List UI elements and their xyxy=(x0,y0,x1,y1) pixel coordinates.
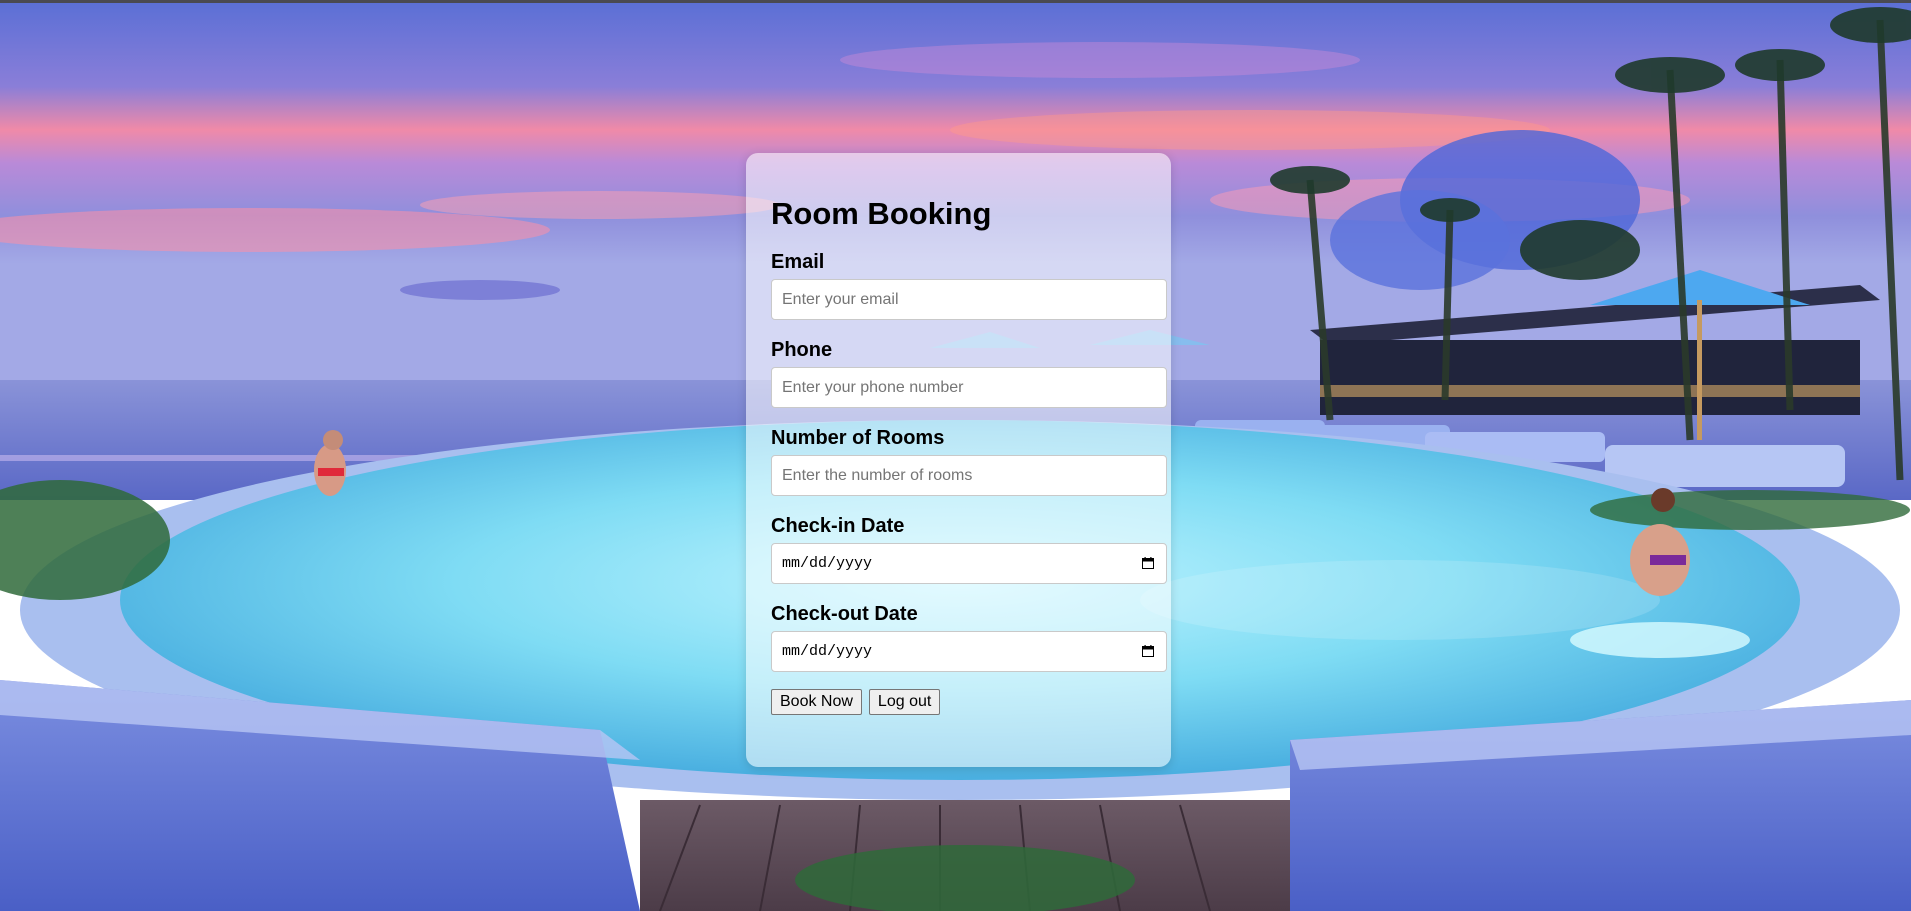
calendar-icon[interactable] xyxy=(1142,645,1154,657)
rooms-label: Number of Rooms xyxy=(771,427,945,449)
rooms-field[interactable]: Enter the number of rooms xyxy=(771,455,1167,496)
checkout-date-value: mm/dd/yyyy xyxy=(782,643,873,660)
phone-label: Phone xyxy=(771,339,833,361)
calendar-icon[interactable] xyxy=(1142,557,1154,569)
phone-field[interactable]: Enter your phone number xyxy=(771,367,1167,408)
booking-form-card: Room Booking Email Enter your email Phon… xyxy=(746,153,1171,767)
email-label: Email xyxy=(771,251,825,273)
window-top-border xyxy=(0,0,1911,3)
checkin-label: Check-in Date xyxy=(771,515,905,537)
form-actions: Book Now Log out xyxy=(771,689,1167,715)
book-now-button[interactable]: Book Now xyxy=(771,689,862,715)
checkout-date-field[interactable]: mm/dd/yyyy xyxy=(771,631,1167,672)
checkin-date-field[interactable]: mm/dd/yyyy xyxy=(771,543,1167,584)
logout-button[interactable]: Log out xyxy=(868,689,941,715)
form-title: Room Booking xyxy=(771,196,992,231)
checkout-label: Check-out Date xyxy=(771,603,918,625)
checkin-date-value: mm/dd/yyyy xyxy=(782,555,873,572)
email-field[interactable]: Enter your email xyxy=(771,279,1167,320)
